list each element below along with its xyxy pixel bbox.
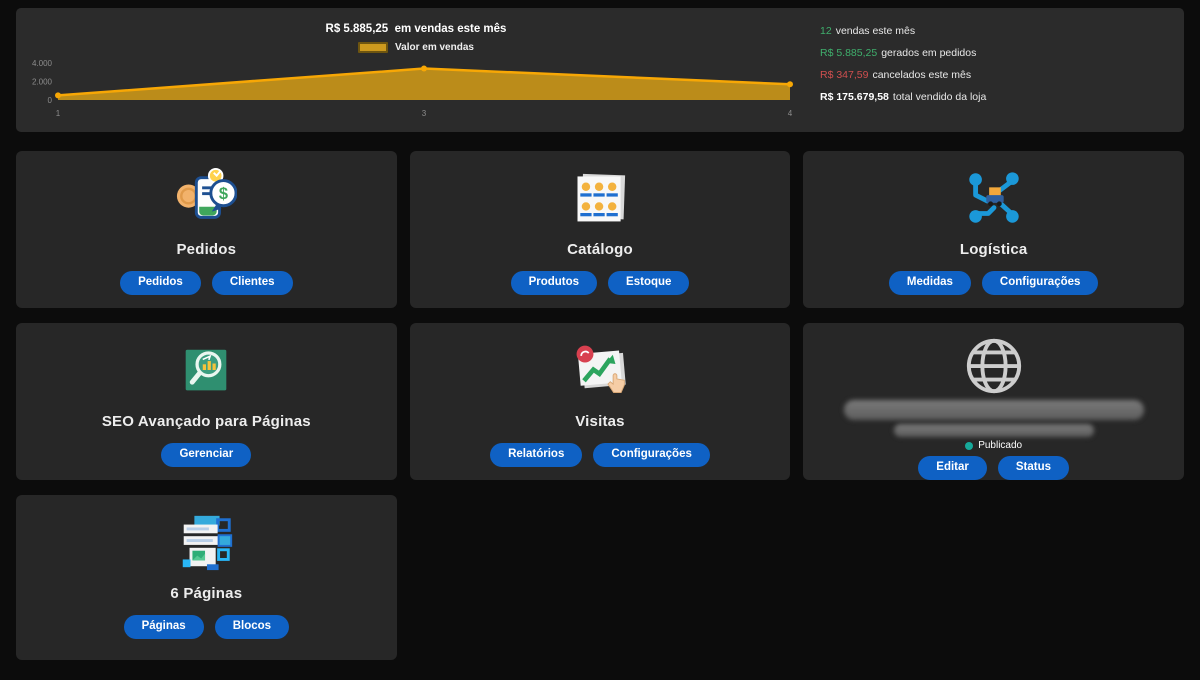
svg-text:3: 3 [422,109,427,118]
card-title: Visitas [575,413,625,430]
card-visitas: Visitas Relatórios Configurações [410,323,791,480]
visits-illustration-icon [570,338,630,402]
sales-chart-section: R$ 5.885,25 em vendas este mês Valor em … [16,8,816,132]
pedidos-button[interactable]: Pedidos [120,271,201,295]
blocos-button[interactable]: Blocos [215,615,289,639]
globe-icon [963,335,1025,397]
pages-illustration-icon [175,510,237,574]
publish-status: Publicado [965,440,1022,451]
svg-text:0: 0 [48,96,53,105]
stat-orders-total: R$ 5.885,25gerados em pedidos [820,47,1184,69]
paginas-button[interactable]: Páginas [124,615,204,639]
status-label: Publicado [978,440,1022,451]
modules-grid: $ Pedidos Pedidos Clientes [16,151,1184,660]
svg-text:1: 1 [56,109,61,118]
card-title: Catálogo [567,241,633,258]
card-catalogo: Catálogo Produtos Estoque [410,151,791,308]
card-title: SEO Avançado para Páginas [102,413,311,430]
svg-text:4: 4 [788,109,793,118]
card-website: Publicado Editar Status [803,323,1184,480]
stat-cancelled-total: R$ 347,59cancelados este mês [820,69,1184,91]
legend-label: Valor em vendas [395,42,474,53]
svg-text:4.000: 4.000 [32,59,53,68]
sales-stats: 12vendas este mês R$ 5.885,25gerados em … [816,8,1184,132]
sales-chart-title: R$ 5.885,25 em vendas este mês [326,23,507,35]
medidas-button[interactable]: Medidas [889,271,971,295]
gerenciar-button[interactable]: Gerenciar [161,443,251,467]
svg-text:2.000: 2.000 [32,78,53,87]
status-dot-icon [965,442,973,450]
configuracoes-logistica-button[interactable]: Configurações [982,271,1099,295]
sales-overview-panel: R$ 5.885,25 em vendas este mês Valor em … [16,8,1184,132]
redacted-site-url [894,424,1094,437]
logistics-illustration-icon [963,166,1025,230]
relatorios-button[interactable]: Relatórios [490,443,582,467]
catalog-illustration-icon [570,166,630,230]
status-button[interactable]: Status [998,456,1069,480]
editar-button[interactable]: Editar [918,456,987,480]
card-logistica: Logística Medidas Configurações [803,151,1184,308]
card-seo: SEO Avançado para Páginas Gerenciar [16,323,397,480]
card-paginas: 6 Páginas Páginas Blocos [16,495,397,660]
stat-sales-count: 12vendas este mês [820,25,1184,47]
legend-swatch-icon [358,42,388,53]
card-title: Logística [960,241,1028,258]
configuracoes-visitas-button[interactable]: Configurações [593,443,710,467]
chart-legend: Valor em vendas [358,42,474,53]
sales-chart: 0 2.000 4.000 1 3 4 [16,54,816,124]
produtos-button[interactable]: Produtos [511,271,597,295]
svg-text:$: $ [219,185,228,203]
estoque-button[interactable]: Estoque [608,271,689,295]
stat-store-total: R$ 175.679,58total vendido da loja [820,91,1184,113]
seo-illustration-icon [180,338,232,402]
orders-illustration-icon: $ [175,166,237,230]
card-pedidos: $ Pedidos Pedidos Clientes [16,151,397,308]
clientes-button[interactable]: Clientes [212,271,293,295]
card-title: 6 Páginas [170,585,242,602]
redacted-site-name [844,400,1144,420]
card-title: Pedidos [176,241,236,258]
